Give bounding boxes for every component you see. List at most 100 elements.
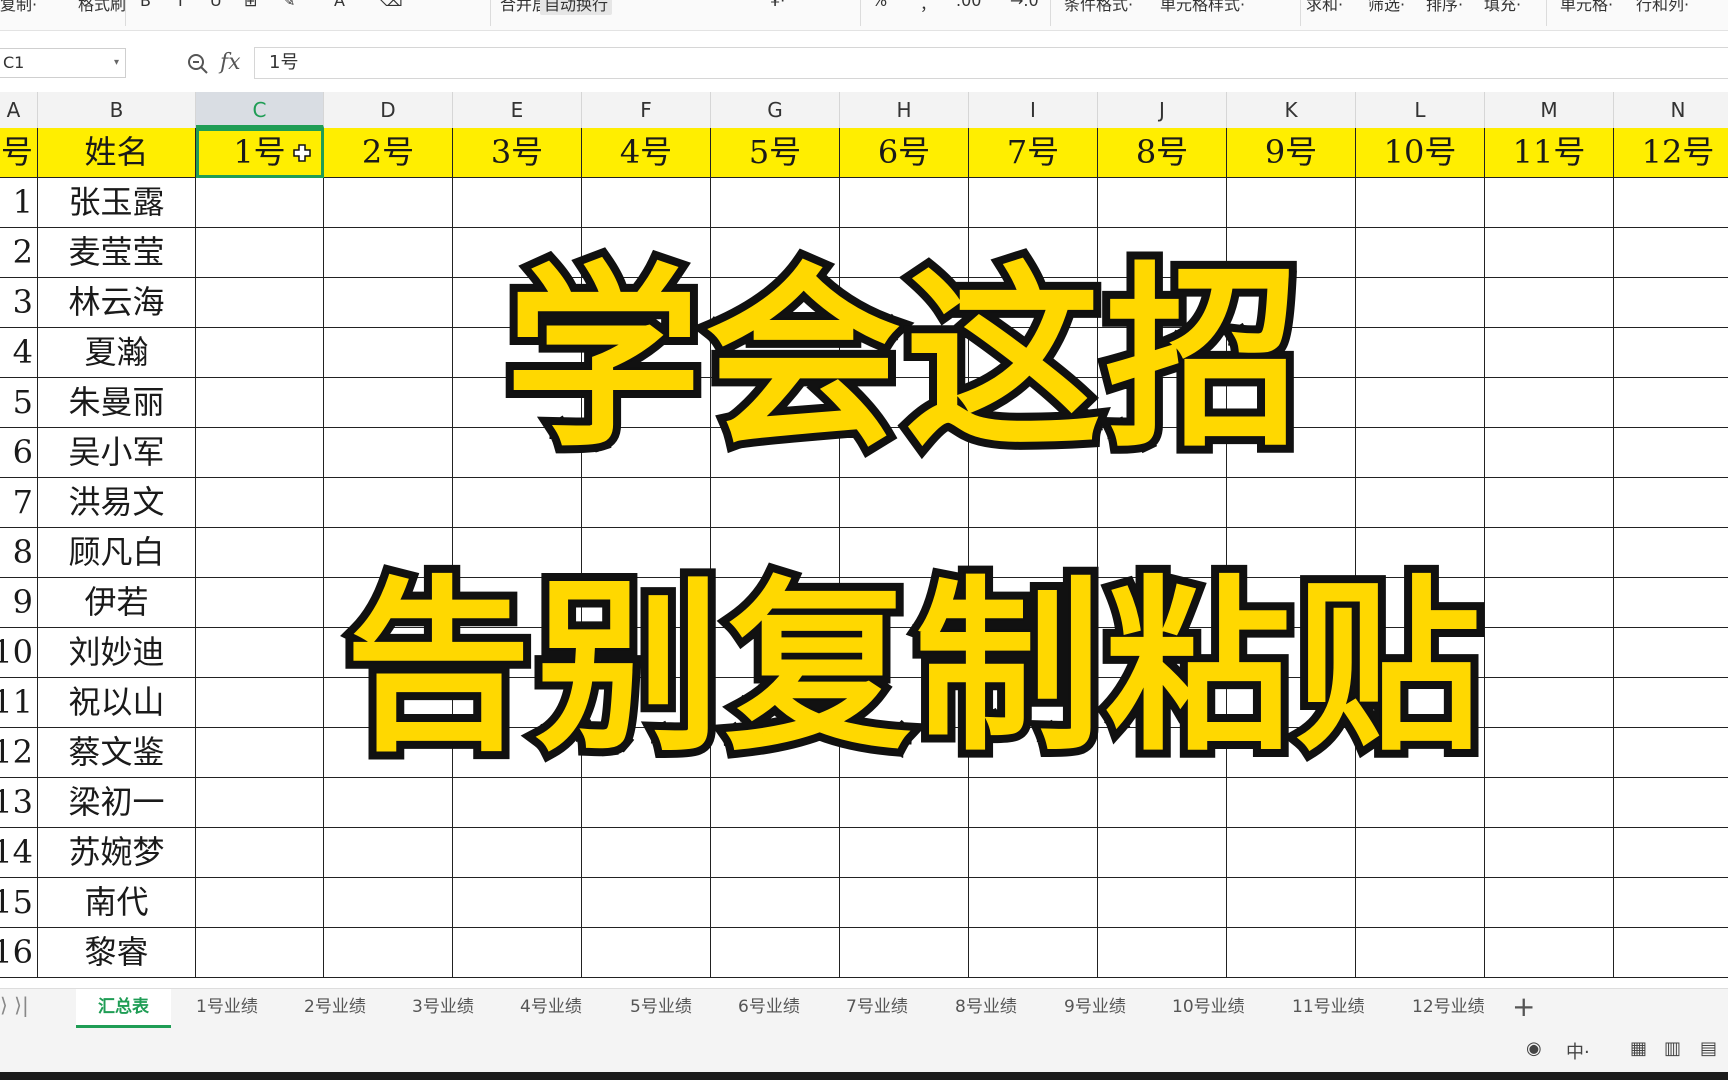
format-painter[interactable]: 格式刷 bbox=[78, 0, 126, 15]
font-color-icon[interactable]: A bbox=[334, 0, 345, 10]
column-header-d[interactable]: D bbox=[324, 92, 453, 128]
data-cell[interactable] bbox=[1098, 878, 1227, 928]
input-method-menu[interactable]: 中· bbox=[1566, 1038, 1590, 1064]
data-cell[interactable] bbox=[1227, 828, 1356, 878]
name-cell[interactable]: 伊若 bbox=[38, 578, 196, 628]
name-cell[interactable]: 夏瀚 bbox=[38, 328, 196, 378]
data-cell[interactable] bbox=[1356, 178, 1485, 228]
data-cell[interactable] bbox=[1485, 778, 1614, 828]
data-cell[interactable] bbox=[840, 178, 969, 228]
data-cell[interactable] bbox=[324, 378, 453, 428]
data-cell[interactable] bbox=[1485, 278, 1614, 328]
formula-input[interactable]: 1号 bbox=[254, 47, 1728, 79]
data-cell[interactable] bbox=[196, 778, 324, 828]
data-cell[interactable] bbox=[1614, 328, 1728, 378]
data-cell[interactable] bbox=[582, 478, 711, 528]
data-cell[interactable] bbox=[1356, 878, 1485, 928]
data-cell[interactable] bbox=[1098, 828, 1227, 878]
row-number-cell[interactable]: 12 bbox=[0, 728, 38, 778]
data-cell[interactable] bbox=[1485, 478, 1614, 528]
data-cell[interactable] bbox=[453, 878, 582, 928]
row-number-cell[interactable]: 9 bbox=[0, 578, 38, 628]
data-cell[interactable] bbox=[711, 478, 840, 528]
data-cell[interactable] bbox=[1098, 928, 1227, 978]
page-layout-icon[interactable]: ▥ bbox=[1664, 1038, 1681, 1059]
data-cell[interactable] bbox=[1614, 628, 1728, 678]
data-cell[interactable] bbox=[324, 328, 453, 378]
sheet-tab-12[interactable]: 12号业绩 bbox=[1412, 989, 1485, 1025]
wrap-text-button[interactable]: 自动换行 bbox=[540, 0, 613, 15]
data-cell[interactable] bbox=[582, 178, 711, 228]
data-cell[interactable] bbox=[711, 828, 840, 878]
row-number-cell[interactable]: 1 bbox=[0, 178, 38, 228]
header-cell-number[interactable]: 号 bbox=[0, 128, 38, 178]
data-cell[interactable] bbox=[711, 878, 840, 928]
column-header-k[interactable]: K bbox=[1227, 92, 1356, 128]
data-cell[interactable] bbox=[582, 928, 711, 978]
data-cell[interactable] bbox=[1614, 478, 1728, 528]
row-number-cell[interactable]: 11 bbox=[0, 678, 38, 728]
data-cell[interactable] bbox=[1098, 478, 1227, 528]
data-cell[interactable] bbox=[1485, 228, 1614, 278]
data-cell[interactable] bbox=[969, 778, 1098, 828]
data-cell[interactable] bbox=[969, 828, 1098, 878]
data-cell[interactable] bbox=[1356, 778, 1485, 828]
fx-icon[interactable]: fx bbox=[220, 50, 241, 75]
column-header-a[interactable]: A bbox=[0, 92, 38, 128]
data-cell[interactable] bbox=[196, 328, 324, 378]
data-cell[interactable] bbox=[1614, 578, 1728, 628]
data-cell[interactable] bbox=[969, 478, 1098, 528]
data-cell[interactable] bbox=[324, 778, 453, 828]
data-cell[interactable] bbox=[1356, 478, 1485, 528]
sheet-tab-3[interactable]: 3号业绩 bbox=[412, 989, 474, 1025]
data-cell[interactable] bbox=[1485, 428, 1614, 478]
data-cell[interactable] bbox=[324, 178, 453, 228]
data-cell[interactable] bbox=[711, 778, 840, 828]
sheet-tab-7[interactable]: 7号业绩 bbox=[846, 989, 908, 1025]
page-break-icon[interactable]: ▤ bbox=[1700, 1038, 1717, 1059]
header-cell-day[interactable]: 6号 bbox=[840, 128, 969, 178]
header-cell-day[interactable]: 9号 bbox=[1227, 128, 1356, 178]
row-number-cell[interactable]: 14 bbox=[0, 828, 38, 878]
sheet-tab-10[interactable]: 10号业绩 bbox=[1172, 989, 1245, 1025]
data-cell[interactable] bbox=[1614, 428, 1728, 478]
row-number-cell[interactable]: 5 bbox=[0, 378, 38, 428]
data-cell[interactable] bbox=[324, 228, 453, 278]
name-cell[interactable]: 刘妙迪 bbox=[38, 628, 196, 678]
name-cell[interactable]: 苏婉梦 bbox=[38, 828, 196, 878]
data-cell[interactable] bbox=[453, 828, 582, 878]
data-cell[interactable] bbox=[840, 928, 969, 978]
column-header-f[interactable]: F bbox=[582, 92, 711, 128]
name-cell[interactable]: 张玉露 bbox=[38, 178, 196, 228]
column-header-l[interactable]: L bbox=[1356, 92, 1485, 128]
eye-protection-icon[interactable]: ◉ bbox=[1526, 1038, 1542, 1059]
header-cell-day[interactable]: 4号 bbox=[582, 128, 711, 178]
name-cell[interactable]: 林云海 bbox=[38, 278, 196, 328]
increase-decimal-icon[interactable]: .00 bbox=[956, 0, 981, 10]
sheet-tab-4[interactable]: 4号业绩 bbox=[520, 989, 582, 1025]
data-cell[interactable] bbox=[1485, 628, 1614, 678]
column-header-c[interactable]: C bbox=[196, 92, 324, 128]
normal-view-icon[interactable]: ▦ bbox=[1630, 1038, 1647, 1059]
column-header-j[interactable]: J bbox=[1098, 92, 1227, 128]
sheet-tab-1[interactable]: 1号业绩 bbox=[196, 989, 258, 1025]
column-header-i[interactable]: I bbox=[969, 92, 1098, 128]
data-cell[interactable] bbox=[1485, 728, 1614, 778]
data-cell[interactable] bbox=[1485, 378, 1614, 428]
data-cell[interactable] bbox=[324, 928, 453, 978]
row-column-menu[interactable]: 行和列· bbox=[1636, 0, 1689, 15]
data-cell[interactable] bbox=[1485, 328, 1614, 378]
data-cell[interactable] bbox=[1485, 178, 1614, 228]
data-cell[interactable] bbox=[196, 928, 324, 978]
data-cell[interactable] bbox=[1227, 878, 1356, 928]
data-cell[interactable] bbox=[453, 778, 582, 828]
data-cell[interactable] bbox=[1356, 428, 1485, 478]
percent-icon[interactable]: % bbox=[872, 0, 887, 10]
row-number-cell[interactable]: 7 bbox=[0, 478, 38, 528]
data-cell[interactable] bbox=[453, 478, 582, 528]
data-cell[interactable] bbox=[196, 378, 324, 428]
data-cell[interactable] bbox=[1356, 328, 1485, 378]
fill-color-icon[interactable]: ✎ bbox=[282, 0, 295, 10]
data-cell[interactable] bbox=[1485, 678, 1614, 728]
cell-menu[interactable]: 单元格· bbox=[1560, 0, 1613, 15]
